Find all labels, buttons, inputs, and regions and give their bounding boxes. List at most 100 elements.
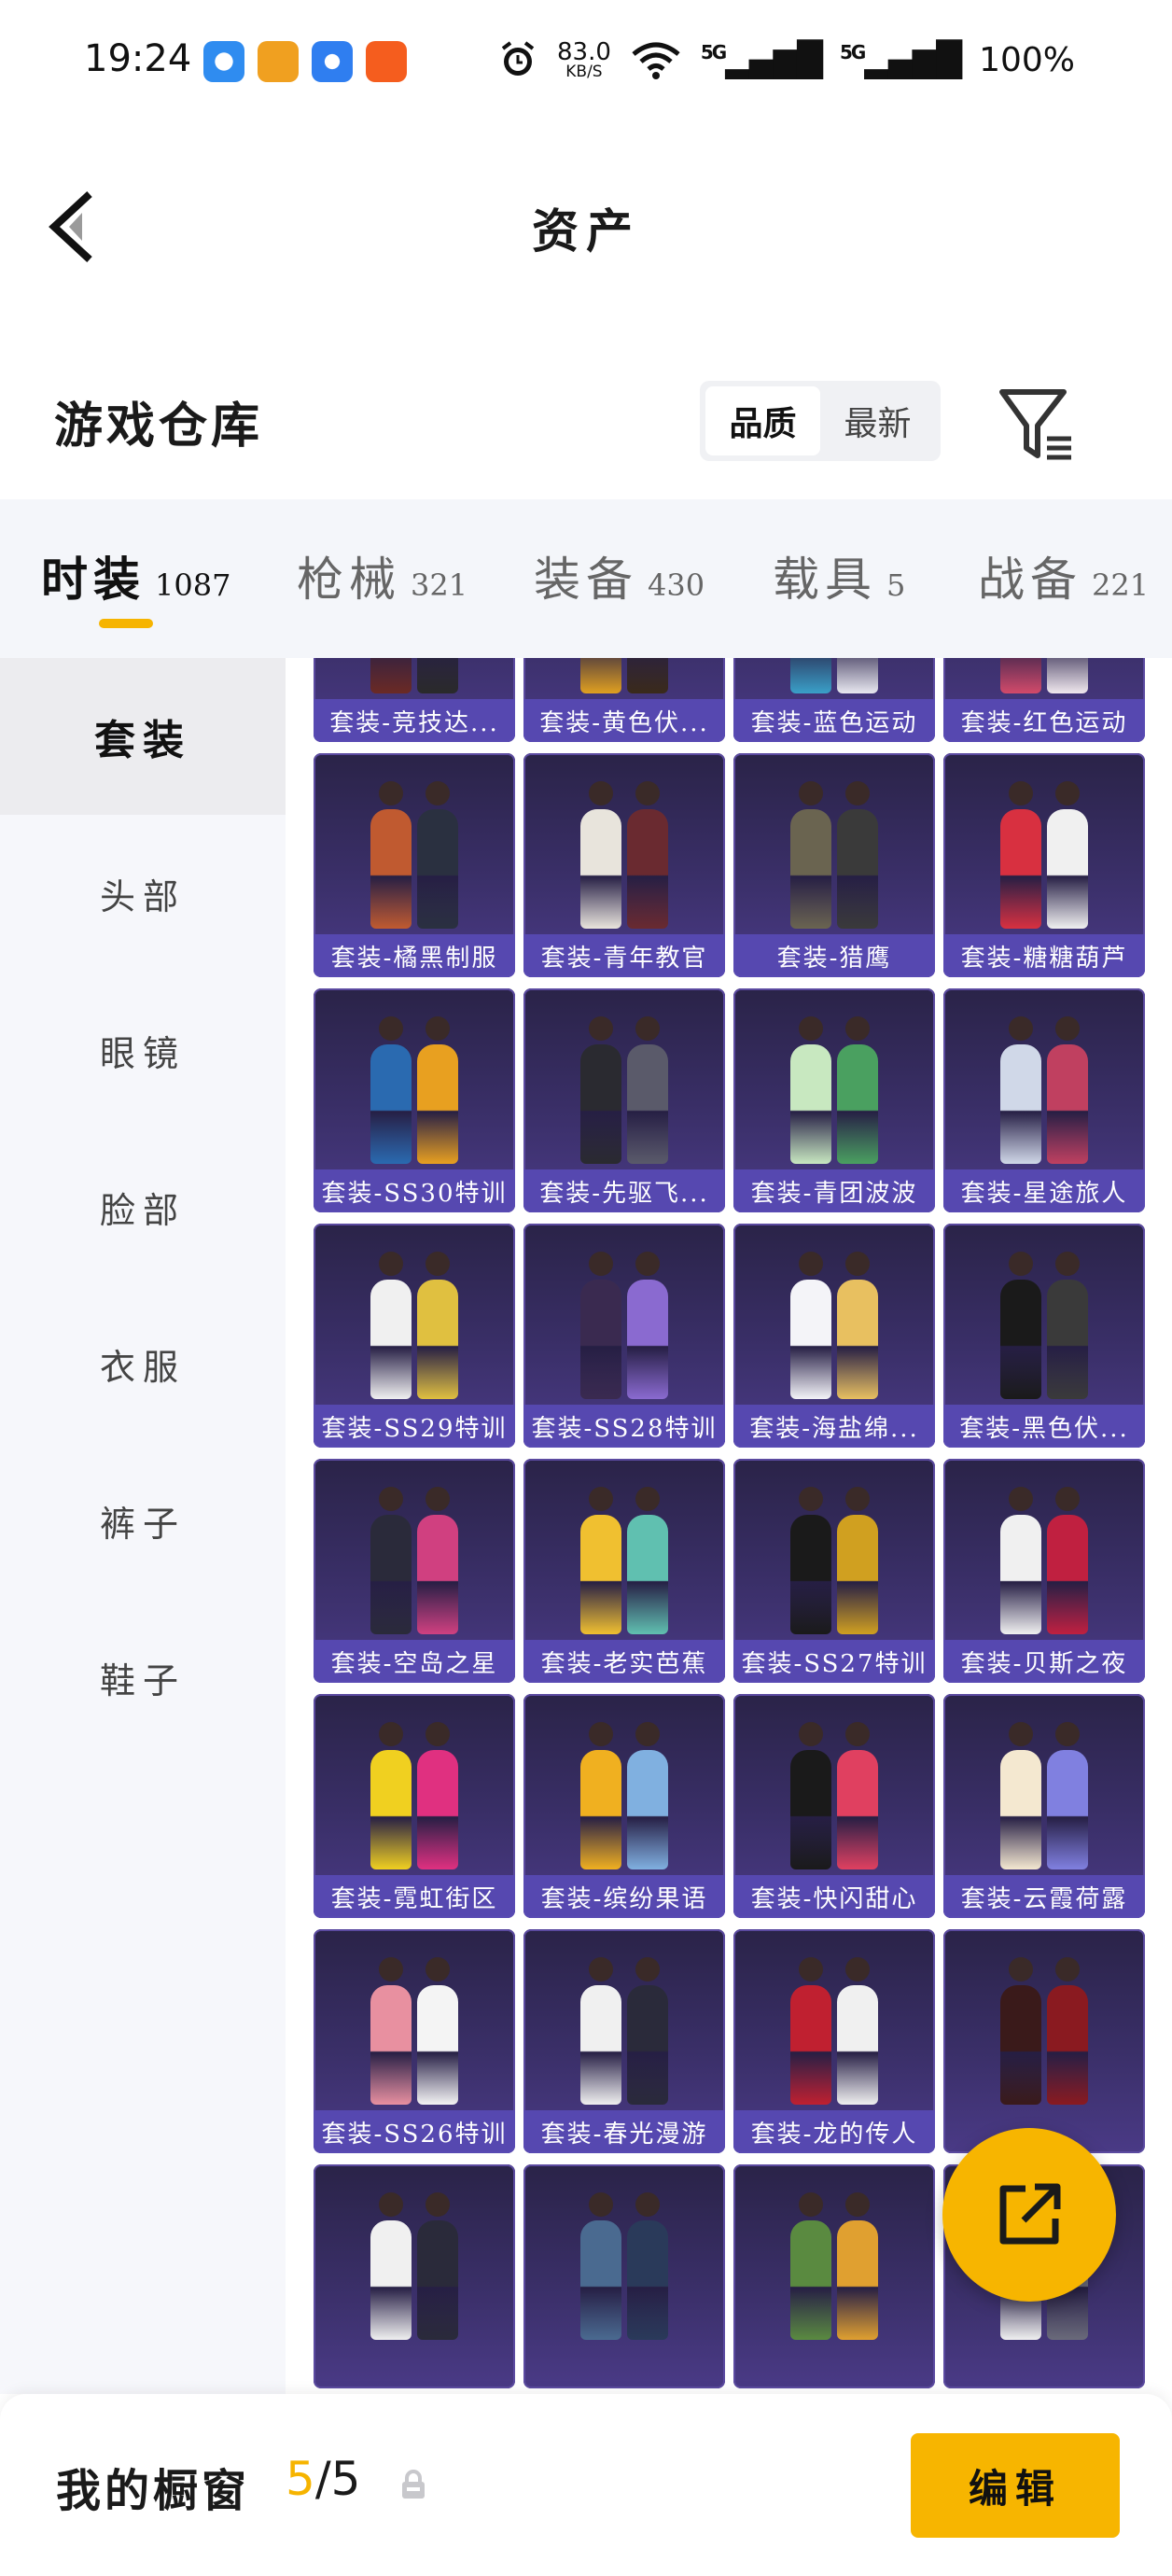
outfit-card[interactable]: 套装-红色运动 <box>943 658 1145 742</box>
outfit-figure-image <box>783 1015 886 1164</box>
signal-bars-icon: ▂▄▆█ <box>864 40 962 79</box>
outfit-figure-body <box>837 1515 878 1634</box>
outfit-card-label: 套装-老实芭蕉 <box>523 1640 725 1683</box>
outfit-figure-head <box>1055 1957 1080 1981</box>
alarm-icon <box>501 41 535 76</box>
sidebar-item-glasses[interactable]: 眼镜 <box>0 972 286 1128</box>
outfit-card[interactable]: 套装-橘黑制服 <box>314 753 515 977</box>
outfit-card[interactable]: 套装-SS30特训 <box>314 988 515 1212</box>
sort-newest-button[interactable]: 最新 <box>820 386 935 455</box>
share-button[interactable] <box>942 2128 1116 2302</box>
outfit-figure-head <box>426 781 450 805</box>
outfit-card[interactable]: 套装-云霞荷露 <box>943 1694 1145 1918</box>
tab-fashion[interactable]: 时装 1087 <box>41 542 230 609</box>
outfit-card[interactable]: 套装-星途旅人 <box>943 988 1145 1212</box>
sidebar-item-face[interactable]: 脸部 <box>0 1128 286 1285</box>
outfit-card[interactable]: 套装-春光漫游 <box>523 1929 725 2153</box>
tab-supplies[interactable]: 战备 221 <box>978 542 1149 609</box>
outfit-figure-head <box>426 1252 450 1276</box>
sort-quality-button[interactable]: 品质 <box>705 386 820 455</box>
outfit-card[interactable]: 套装-黑色伏... <box>943 1224 1145 1448</box>
outfit-card[interactable]: 套装-老实芭蕉 <box>523 1459 725 1683</box>
outfit-figure-head <box>845 1487 870 1511</box>
outfit-figure-head <box>635 781 660 805</box>
outfit-card[interactable]: 套装-SS28特训 <box>523 1224 725 1448</box>
battery-level: 100% <box>979 40 1075 79</box>
status-bar: 19:24 83.0 KB/S 5G▂▄▆█ 5G▂▄▆█ 100% <box>0 0 1172 131</box>
tab-guns[interactable]: 枪械 321 <box>297 542 467 609</box>
outfit-card[interactable]: 套装-海盐绵... <box>733 1224 935 1448</box>
outfit-card[interactable]: 套装-SS27特训 <box>733 1459 935 1683</box>
sidebar-item-clothes[interactable]: 衣服 <box>0 1285 286 1442</box>
outfit-figure-head <box>1055 781 1080 805</box>
outfit-figure-body <box>580 1044 621 1164</box>
sidebar-item-shoes[interactable]: 鞋子 <box>0 1599 286 1756</box>
outfit-card[interactable]: 套装-SS29特训 <box>314 1224 515 1448</box>
outfit-figure-head <box>799 781 823 805</box>
outfit-figure-body <box>370 2220 412 2340</box>
edit-button[interactable]: 编辑 <box>911 2433 1120 2538</box>
sidebar: 套装 头部 眼镜 脸部 衣服 裤子 鞋子 <box>0 658 286 2394</box>
outfit-figure-head <box>1009 1957 1033 1981</box>
outfit-figure-head <box>799 1016 823 1041</box>
outfit-card[interactable]: 套装-快闪甜心 <box>733 1694 935 1918</box>
outfit-figure-body <box>837 809 878 929</box>
outfit-figure-body <box>790 1750 831 1869</box>
outfit-card[interactable]: 套装-贝斯之夜 <box>943 1459 1145 1683</box>
tab-vehicles[interactable]: 载具 5 <box>773 542 905 609</box>
outfit-card[interactable]: 套装-黄色伏... <box>523 658 725 742</box>
outfit-card-label: 套装-竞技达... <box>314 699 515 742</box>
signal-2: 5G▂▄▆█ <box>839 40 962 79</box>
outfit-figure-image <box>573 1250 676 1399</box>
outfit-figure-body <box>417 658 458 693</box>
tab-gear[interactable]: 装备 430 <box>534 542 705 609</box>
outfit-figure-body <box>837 1280 878 1399</box>
showcase-bar: 我的橱窗 5/5 编辑 <box>0 2394 1172 2576</box>
outfit-card-label: 套装-快闪甜心 <box>733 1875 935 1918</box>
sidebar-item-head[interactable]: 头部 <box>0 815 286 972</box>
outfit-card[interactable]: 套装-龙的传人 <box>733 1929 935 2153</box>
outfit-card[interactable]: 套装-青年教官 <box>523 753 725 977</box>
outfit-card[interactable] <box>943 1929 1145 2153</box>
outfit-card[interactable]: 套装-SS26特训 <box>314 1929 515 2153</box>
outfit-card-label: 套装-SS26特训 <box>314 2110 515 2153</box>
outfit-figure-body <box>790 1280 831 1399</box>
outfit-figure-body <box>370 1985 412 2105</box>
outfit-figure-head <box>426 1487 450 1511</box>
outfit-figure-body <box>417 1985 458 2105</box>
cloud-app-icon <box>312 41 353 82</box>
outfit-figure-body <box>417 1515 458 1634</box>
signal-bars-icon: ▂▄▆█ <box>725 40 823 79</box>
outfit-figure-head <box>845 1252 870 1276</box>
outfit-figure-head <box>379 1016 403 1041</box>
outfit-card[interactable]: 套装-蓝色运动 <box>733 658 935 742</box>
outfit-card-label: 套装-SS27特训 <box>733 1640 935 1683</box>
outfit-card[interactable]: 套装-糖糖葫芦 <box>943 753 1145 977</box>
outfit-figure-body <box>1000 809 1041 929</box>
outfit-card[interactable]: 套装-缤纷果语 <box>523 1694 725 1918</box>
outfit-card[interactable]: 套装-竞技达... <box>314 658 515 742</box>
outfit-figure-image <box>573 1015 676 1164</box>
sidebar-item-suit[interactable]: 套装 <box>0 658 286 815</box>
outfit-card[interactable]: 套装-先驱飞... <box>523 988 725 1212</box>
share-external-icon <box>999 2183 1061 2245</box>
outfit-figure-head <box>426 1957 450 1981</box>
outfit-card-label: 套装-先驱飞... <box>523 1169 725 1212</box>
outfit-card-label: 套装-缤纷果语 <box>523 1875 725 1918</box>
outfit-card[interactable]: 套装-青团波波 <box>733 988 935 1212</box>
outfit-card[interactable] <box>733 2164 935 2388</box>
outfit-card-label: 套装-黄色伏... <box>523 699 725 742</box>
outfit-figure-body <box>790 809 831 929</box>
sidebar-item-pants[interactable]: 裤子 <box>0 1442 286 1599</box>
outfit-figure-body <box>1000 1515 1041 1634</box>
outfit-card[interactable] <box>314 2164 515 2388</box>
outfit-card[interactable] <box>523 2164 725 2388</box>
outfit-figure-body <box>417 1280 458 1399</box>
outfit-card-label: 套装-橘黑制服 <box>314 934 515 977</box>
outfit-card[interactable]: 套装-猎鹰 <box>733 753 935 977</box>
outfit-card[interactable]: 套装-空岛之星 <box>314 1459 515 1683</box>
outfit-card[interactable]: 套装-霓虹街区 <box>314 1694 515 1918</box>
outfit-figure-head <box>426 1722 450 1746</box>
filter-icon[interactable] <box>995 383 1079 467</box>
outfit-figure-image <box>573 1485 676 1634</box>
